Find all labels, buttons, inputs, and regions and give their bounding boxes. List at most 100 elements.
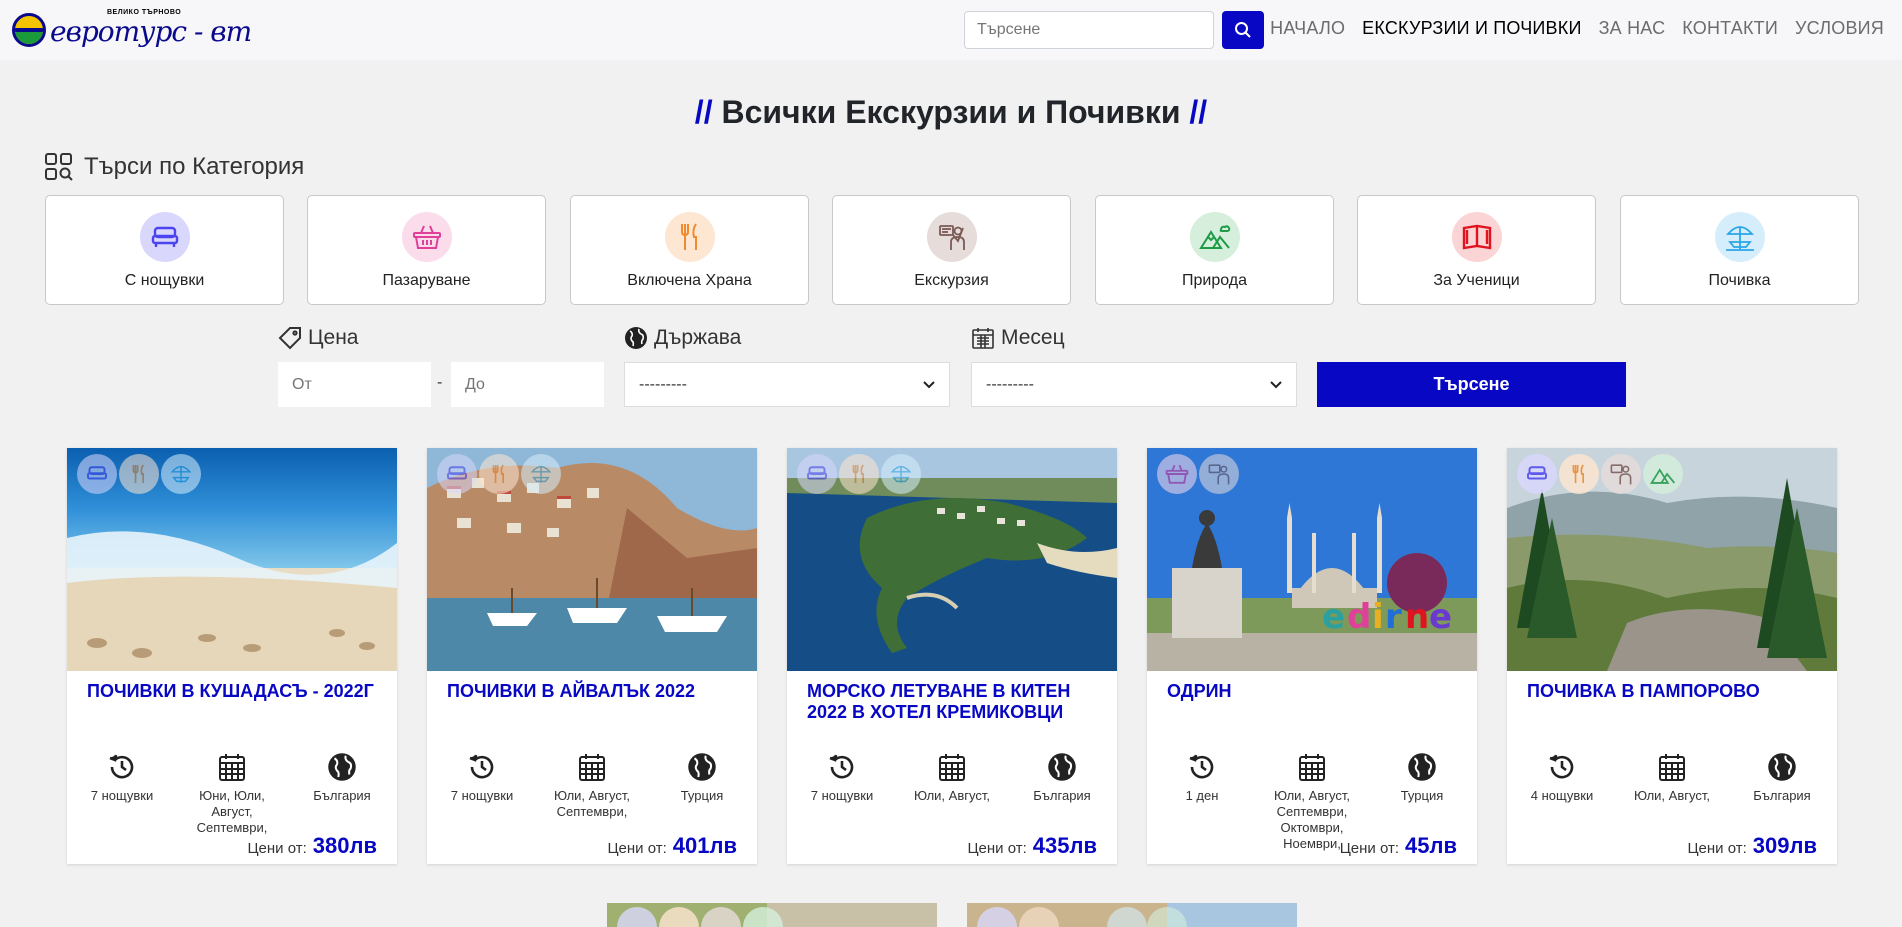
price-filter-label: Цена — [278, 326, 359, 350]
svg-text:i: i — [1372, 597, 1384, 637]
category-card-excursion[interactable]: Екскурзия — [832, 195, 1071, 305]
tour-title[interactable]: ПОЧИВКИ В КУШАДАСЪ - 2022Г — [87, 681, 377, 702]
category-heading: Търси по Категория — [44, 152, 304, 182]
price-from-input[interactable] — [278, 362, 431, 407]
tour-card-pamporovo[interactable]: ПОЧИВКА В ПАМПОРОВО 4 нощувки Юли, Авгус… — [1507, 448, 1837, 864]
tour-card-kiten[interactable]: МОРСКО ЛЕТУВАНЕ В КИТЕН 2022 В ХОТЕЛ КРЕ… — [787, 448, 1117, 864]
tour-country: Турция — [647, 750, 757, 804]
calendar-icon — [1257, 750, 1367, 784]
mountain-icon — [1643, 454, 1683, 494]
globe-icon — [647, 750, 757, 784]
calendar-icon — [537, 750, 647, 784]
globe-icon — [1367, 750, 1477, 784]
category-card-vacation[interactable]: Почивка — [1620, 195, 1859, 305]
tag-icon — [278, 327, 301, 350]
globe-icon — [1727, 750, 1837, 784]
calendar-icon — [177, 750, 287, 784]
chevron-down-icon — [923, 380, 935, 388]
tour-duration: 4 нощувки — [1507, 750, 1617, 804]
search-icon — [1235, 22, 1251, 38]
fork-knife-icon — [479, 454, 519, 494]
search-input[interactable] — [964, 11, 1214, 49]
price-to-input[interactable] — [451, 362, 604, 407]
nav-terms[interactable]: УСЛОВИЯ — [1795, 18, 1884, 39]
tour-country: България — [287, 750, 397, 804]
tour-badges — [1157, 454, 1239, 494]
tour-country: България — [1727, 750, 1837, 804]
svg-text:d: d — [1347, 597, 1371, 637]
category-card-food[interactable]: Включена Храна — [570, 195, 809, 305]
tour-title[interactable]: ПОЧИВКА В ПАМПОРОВО — [1527, 681, 1817, 702]
site-logo[interactable]: ВЕЛИКО ТЪРНОВО евротурс - вт — [12, 9, 252, 51]
search-button[interactable] — [1222, 11, 1264, 49]
calendar-icon — [972, 328, 994, 349]
history-icon — [1147, 750, 1257, 784]
main-nav: НАЧАЛО ЕКСКУРЗИИ И ПОЧИВКИ ЗА НАС КОНТАК… — [1270, 18, 1884, 39]
globe-icon — [625, 327, 647, 349]
tour-card-partial[interactable] — [607, 903, 937, 927]
nav-excursions[interactable]: ЕКСКУРЗИИ И ПОЧИВКИ — [1362, 18, 1581, 39]
category-list: С нощувки Пазаруване Включена Храна Екск… — [45, 195, 1859, 305]
tour-months: Юни, Юли, Август, Септември, — [177, 750, 287, 836]
history-icon — [787, 750, 897, 784]
bed-icon — [77, 454, 117, 494]
tour-months: Юли, Август, Септември, — [537, 750, 647, 820]
tour-card-kusadasi[interactable]: ПОЧИВКИ В КУШАДАСЪ - 2022Г 7 нощувки Юни… — [67, 448, 397, 864]
nav-contacts[interactable]: КОНТАКТИ — [1682, 18, 1778, 39]
mountain-icon — [1189, 212, 1240, 262]
tour-badges — [797, 454, 921, 494]
guide-icon — [926, 212, 977, 262]
country-select[interactable]: --------- — [624, 362, 950, 407]
tour-months: Юли, Август, — [1617, 750, 1727, 804]
category-card-shopping[interactable]: Пазаруване — [307, 195, 546, 305]
logo-text: евротурс - вт — [50, 15, 252, 48]
month-select[interactable]: --------- — [971, 362, 1297, 407]
tour-country: Турция — [1367, 750, 1477, 804]
basket-icon — [1157, 454, 1197, 494]
beach-icon — [881, 454, 921, 494]
filter-search-button[interactable]: Търсене — [1317, 362, 1626, 407]
bed-icon — [139, 212, 190, 262]
svg-text:r: r — [1385, 597, 1402, 637]
site-header: ВЕЛИКО ТЪРНОВО евротурс - вт НАЧАЛО ЕКСК… — [0, 0, 1902, 60]
tour-title[interactable]: ПОЧИВКИ В АЙВАЛЪК 2022 — [447, 681, 737, 702]
svg-text:e: e — [1429, 597, 1452, 637]
tour-card-edirne[interactable]: edirne ОДРИН 1 ден Юли, Август, Септемвр… — [1147, 448, 1477, 864]
tour-months: Юли, Август, — [897, 750, 1007, 804]
category-card-students[interactable]: За Ученици — [1357, 195, 1596, 305]
calendar-icon — [1617, 750, 1727, 784]
price-separator: - — [437, 374, 443, 391]
logo-globe-icon — [12, 13, 46, 47]
fork-knife-icon — [839, 454, 879, 494]
page-title: // Всички Екскурзии и Почивки // — [694, 94, 1208, 130]
guide-icon — [1199, 454, 1239, 494]
tour-price: Цени от: 435лв — [967, 833, 1097, 858]
nav-home[interactable]: НАЧАЛО — [1270, 18, 1345, 39]
grid-search-icon — [45, 153, 73, 181]
tour-title[interactable]: МОРСКО ЛЕТУВАНЕ В КИТЕН 2022 В ХОТЕЛ КРЕ… — [807, 681, 1097, 723]
category-card-nature[interactable]: Природа — [1095, 195, 1334, 305]
tour-card-ayvalik[interactable]: ПОЧИВКИ В АЙВАЛЪК 2022 7 нощувки Юли, Ав… — [427, 448, 757, 864]
category-card-lodging[interactable]: С нощувки — [45, 195, 284, 305]
country-filter-label: Държава — [624, 326, 741, 350]
tour-price: Цени от: 401лв — [607, 833, 737, 858]
tour-country: България — [1007, 750, 1117, 804]
calendar-icon — [897, 750, 1007, 784]
tour-title[interactable]: ОДРИН — [1167, 681, 1457, 702]
tour-badges — [437, 454, 561, 494]
svg-text:e: e — [1322, 597, 1345, 637]
beach-icon — [521, 454, 561, 494]
beach-icon — [161, 454, 201, 494]
tour-price: Цени от: 309лв — [1687, 833, 1817, 858]
month-filter-label: Месец — [971, 326, 1065, 350]
tour-badges — [1517, 454, 1683, 494]
tour-duration: 7 нощувки — [787, 750, 897, 804]
tour-duration: 1 ден — [1147, 750, 1257, 804]
bed-icon — [797, 454, 837, 494]
tour-card-partial[interactable] — [967, 903, 1297, 927]
globe-icon — [287, 750, 397, 784]
tour-price: Цени от: 380лв — [247, 833, 377, 858]
fork-knife-icon — [1559, 454, 1599, 494]
basket-icon — [401, 212, 452, 262]
nav-about[interactable]: ЗА НАС — [1599, 18, 1666, 39]
